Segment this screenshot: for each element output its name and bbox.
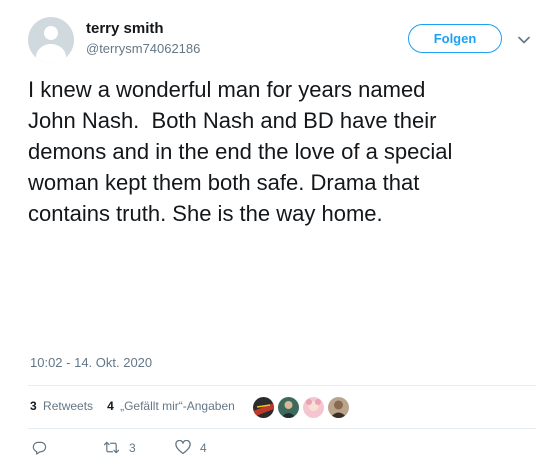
likes-stat[interactable]: 4 „Gefällt mir“-Angaben (107, 399, 235, 413)
likes-count: 4 (107, 399, 114, 413)
tweet-text: I knew a wonderful man for years named J… (28, 77, 453, 226)
heart-icon (175, 440, 191, 455)
like-count: 4 (200, 440, 207, 455)
retweets-label: Retweets (43, 399, 94, 413)
liker-avatar-3[interactable] (302, 396, 325, 419)
retweet-icon (103, 441, 120, 454)
retweets-stat[interactable]: 3 Retweets (30, 399, 93, 413)
avatar[interactable] (28, 17, 74, 63)
follow-button[interactable]: Folgen (408, 24, 502, 53)
reply-icon (32, 441, 47, 455)
tweet-timestamp[interactable]: 10:02 - 14. Okt. 2020 (30, 355, 152, 370)
avatar-silhouette-head (44, 26, 58, 40)
liker-avatar-1[interactable] (252, 396, 275, 419)
avatar-silhouette-body (36, 44, 66, 63)
liker-avatar-4[interactable] (327, 396, 350, 419)
liker-avatar-2[interactable] (277, 396, 300, 419)
like-button[interactable]: 4 (175, 440, 207, 455)
likes-label: „Gefällt mir“-Angaben (120, 399, 235, 413)
display-name[interactable]: terry smith (86, 20, 164, 37)
retweet-count: 3 (129, 440, 136, 455)
divider (28, 428, 536, 429)
retweets-count: 3 (30, 399, 37, 413)
tweet-stats: 3 Retweets 4 „Gefällt mir“-Angaben (30, 399, 249, 413)
chevron-down-icon[interactable] (517, 33, 531, 47)
user-handle[interactable]: @terrysm74062186 (86, 41, 200, 56)
reply-button[interactable] (32, 440, 56, 455)
tweet-card: terry smith @terrysm74062186 Folgen I kn… (0, 0, 559, 470)
retweet-button[interactable]: 3 (103, 440, 136, 455)
divider (28, 385, 536, 386)
